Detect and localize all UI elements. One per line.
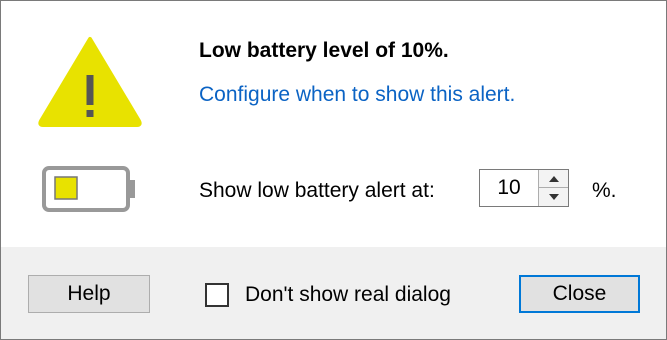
spinner-up-icon: [548, 175, 559, 182]
warning-triangle-icon: [38, 37, 142, 127]
spinner-down-icon: [548, 194, 559, 200]
checkbox-label: Don't show real dialog: [245, 283, 451, 306]
configure-alert-link[interactable]: Configure when to show this alert.: [199, 83, 515, 107]
checkbox-box[interactable]: [205, 283, 229, 307]
battery-alert-dialog: Low battery level of 10%. Configure when…: [0, 0, 667, 340]
battery-charge-level: [54, 176, 78, 200]
warning-exclamation-bar: [86, 75, 94, 105]
alert-threshold-input[interactable]: 10: [480, 170, 538, 206]
battery-low-icon: [42, 166, 135, 212]
percent-label: %.: [592, 179, 617, 202]
alert-title: Low battery level of 10%.: [199, 39, 449, 62]
spinner-down-button[interactable]: [538, 188, 568, 206]
spinner-up-button[interactable]: [538, 170, 568, 188]
alert-threshold-spinner[interactable]: 10: [479, 169, 569, 207]
warning-exclamation-dot: [86, 110, 94, 117]
close-button[interactable]: Close: [519, 275, 640, 313]
dialog-content: Low battery level of 10%. Configure when…: [1, 1, 666, 247]
help-button[interactable]: Help: [28, 275, 150, 313]
alert-threshold-label: Show low battery alert at:: [199, 179, 435, 202]
dialog-footer: Help Don't show real dialog Close: [1, 247, 666, 339]
